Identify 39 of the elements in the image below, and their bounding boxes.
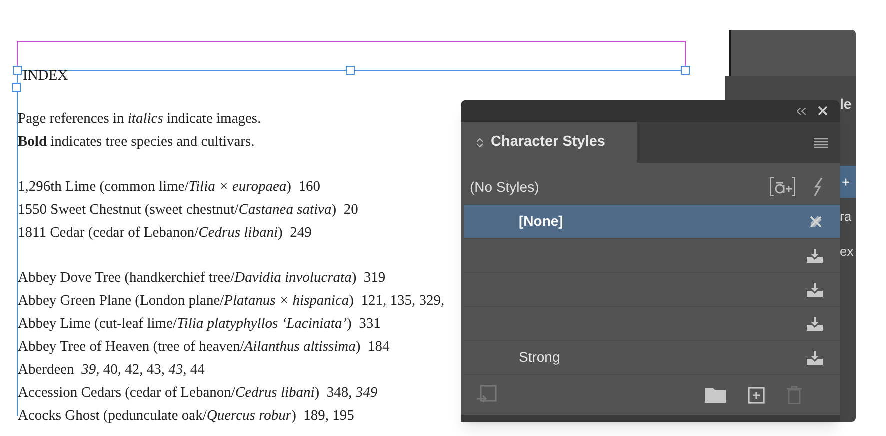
collapse-icon[interactable]	[797, 108, 806, 114]
download-tray-icon	[806, 248, 824, 262]
folder-icon[interactable]	[705, 387, 726, 403]
style-row[interactable]: [None]	[464, 205, 840, 239]
style-row[interactable]: Strong	[464, 341, 840, 375]
index-entry: 1811 Cedar (cedar of Lebanon/Cedrus libani) 249	[18, 224, 313, 243]
download-tray-icon	[806, 350, 824, 364]
pen-cross-icon	[808, 214, 824, 230]
note-text: Page references in italics indicate images.	[18, 110, 262, 129]
index-entry: Acocks Ghost (pedunculate oak/Quercus robur) 189, 195	[18, 407, 356, 426]
index-entry: Abbey Lime (cut-leaf lime/Tilia platyphyllos ‘Laciniata’) 331	[18, 315, 382, 334]
style-group-label: (No Styles)	[470, 178, 540, 197]
download-tray-icon	[806, 282, 824, 296]
note-text: Bold indicates tree species and cultivars.	[18, 133, 256, 152]
index-entry: Aberdeen 39, 40, 42, 43, 43, 44	[18, 361, 206, 380]
index-entry: Accession Cedars (cedar of Lebanon/Cedrus libani) 348, 349	[18, 384, 379, 403]
panel-title-fragment: le	[840, 95, 852, 114]
selection-handle[interactable]	[681, 66, 690, 75]
menu-icon[interactable]	[814, 138, 828, 148]
download-tray-icon	[806, 316, 824, 330]
sort-icon	[477, 138, 483, 148]
selection-handle[interactable]	[346, 66, 355, 75]
index-entry: 1,296th Lime (common lime/Tilia × europaea) 160	[18, 178, 322, 197]
index-entry: 1550 Sweet Chestnut (sweet chestnut/Castanea sativa) 20	[18, 201, 360, 220]
close-icon[interactable]	[818, 106, 828, 116]
new-style-plus-icon[interactable]	[748, 386, 765, 404]
index-entry: Abbey Tree of Heaven (tree of heaven/Ailanthus altissima) 184	[18, 338, 391, 357]
item-fragment: ra	[840, 208, 852, 226]
style-name: [None]	[519, 212, 564, 231]
load-styles-icon[interactable]	[477, 385, 497, 405]
item-fragment: ex	[840, 243, 854, 261]
index-heading: INDEX	[23, 67, 68, 85]
new-style-icon[interactable]	[770, 177, 796, 197]
lightning-icon[interactable]	[814, 178, 824, 196]
style-name: Strong	[519, 348, 562, 367]
add-fragment: +	[842, 173, 850, 192]
index-entry: Abbey Dove Tree (handkerchief tree/Davidia involucrata) 319	[18, 269, 387, 288]
panel-tab[interactable]: Character Styles	[461, 122, 637, 163]
index-entry: Abbey Green Plane (London plane/Platanus × hispanica) 121, 135, 329,	[18, 292, 445, 311]
